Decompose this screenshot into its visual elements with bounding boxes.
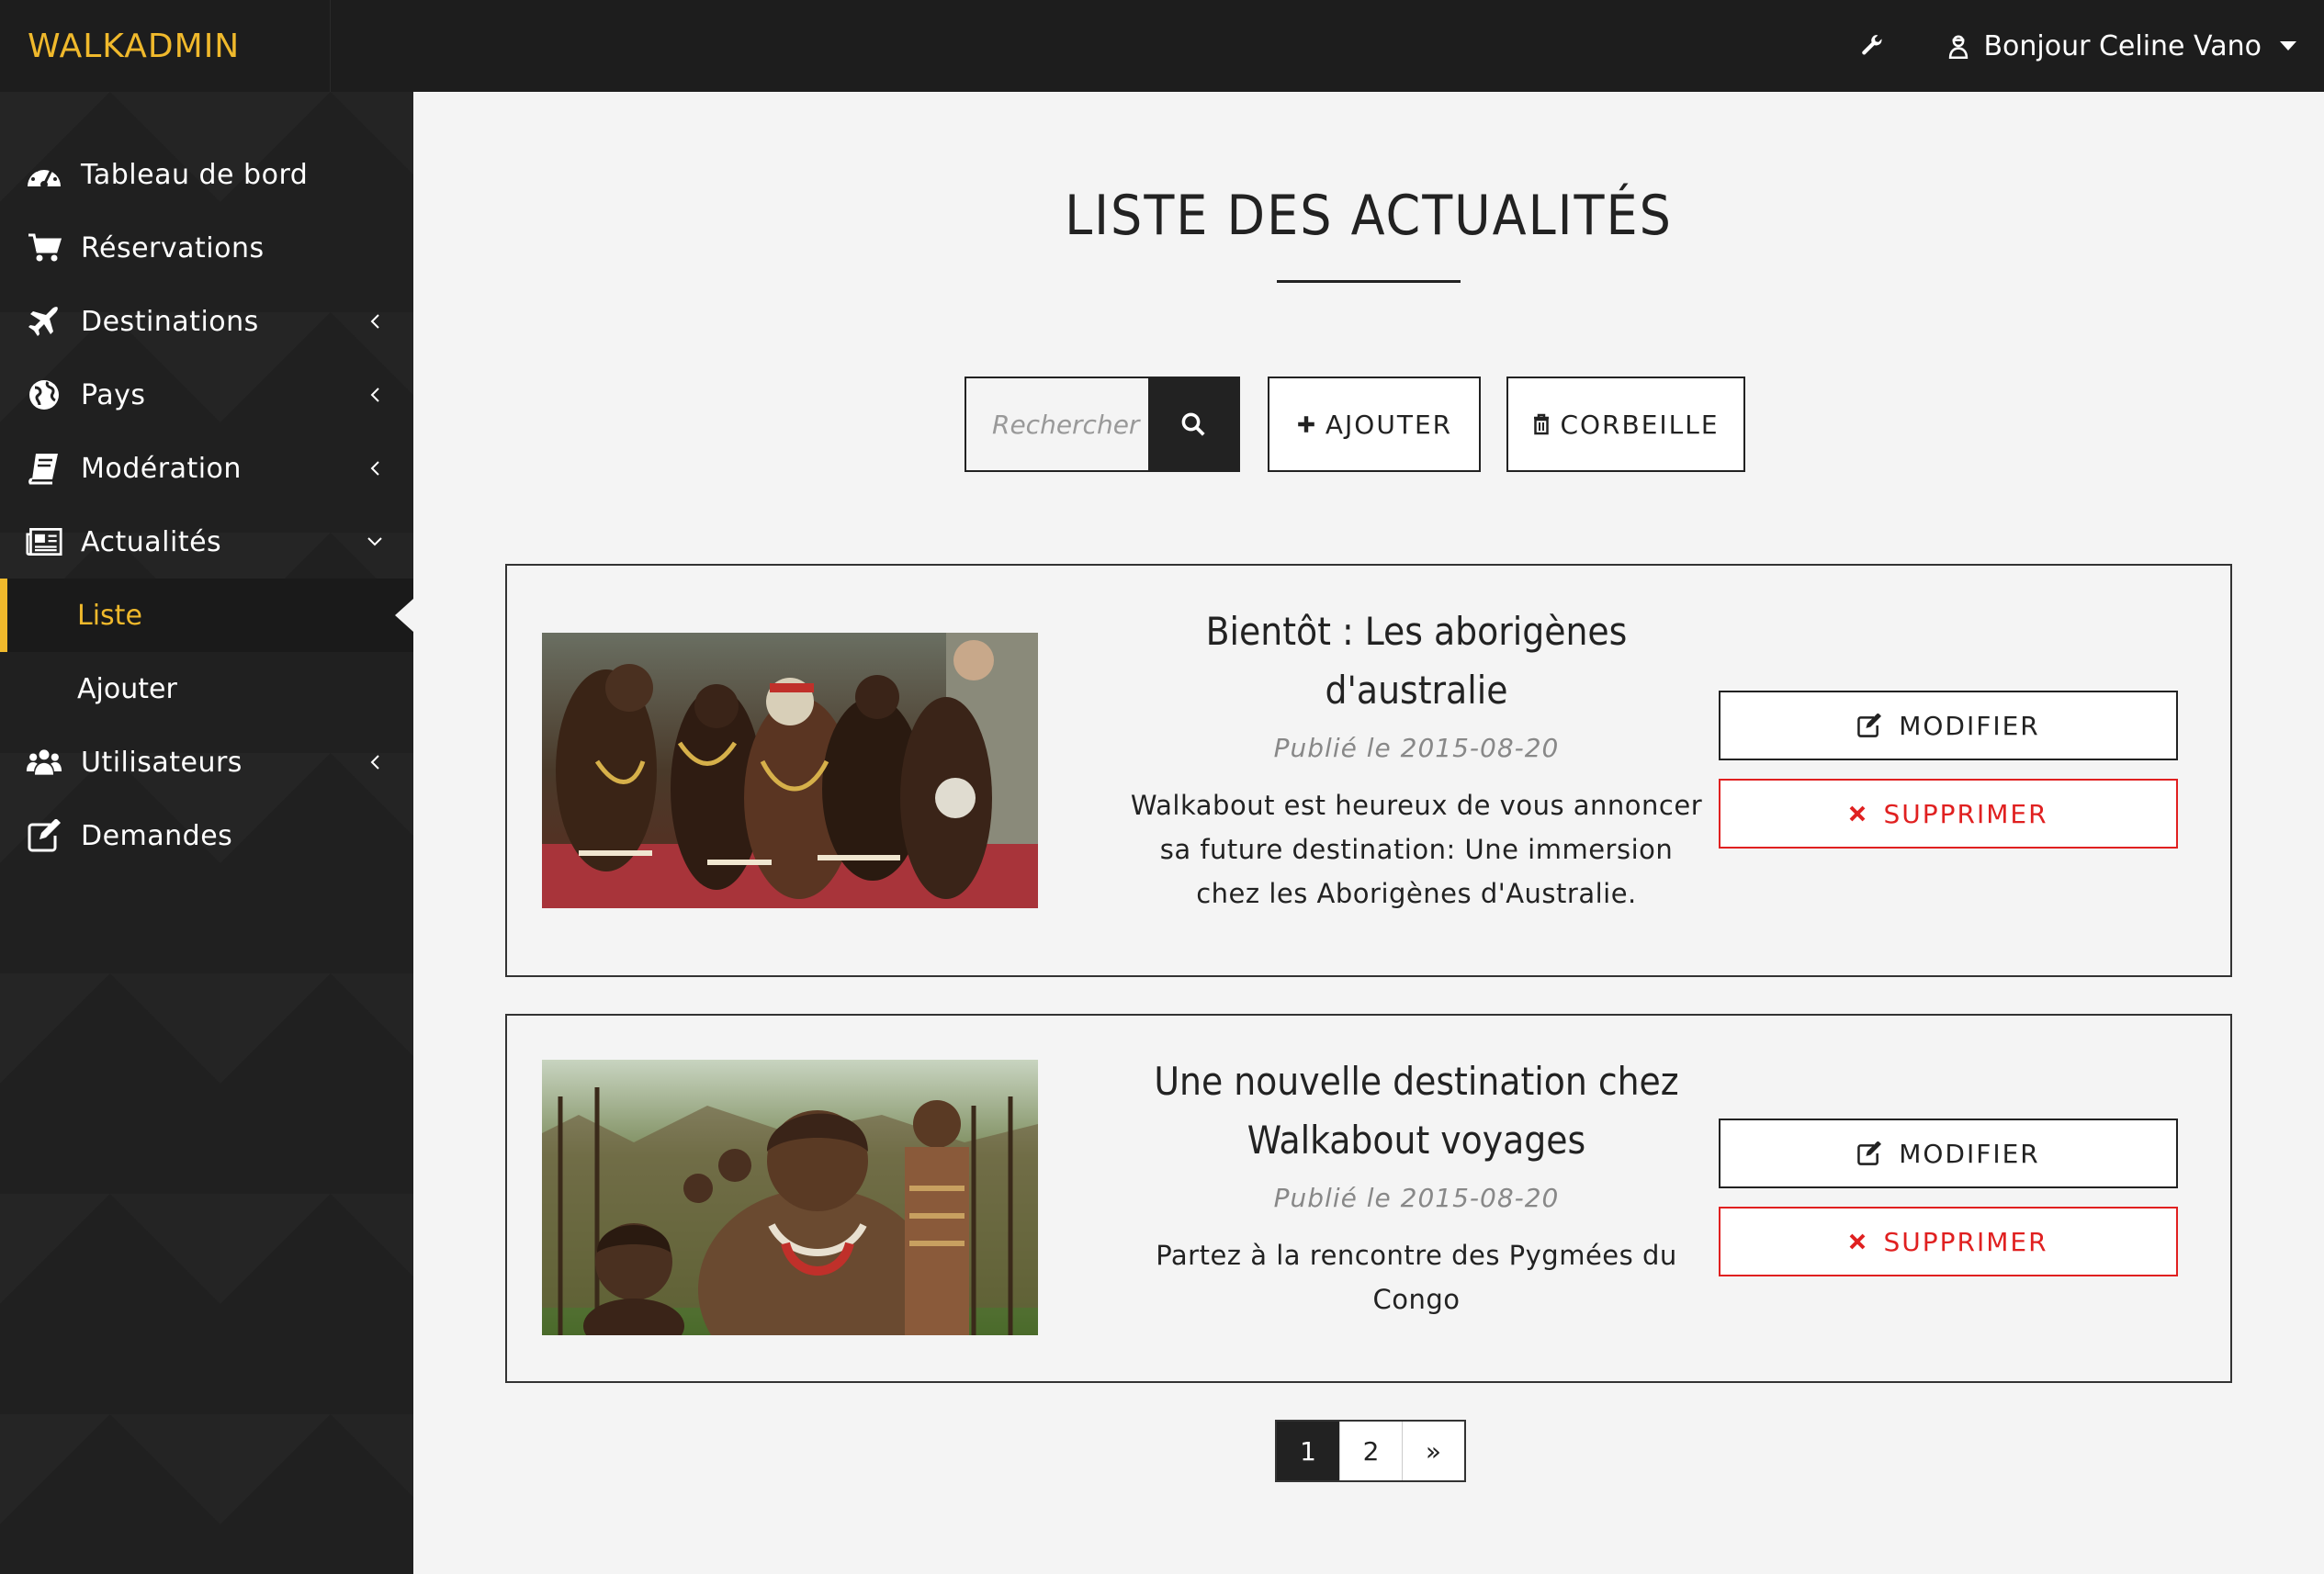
page-title: LISTE DES ACTUALITÉS bbox=[1065, 184, 1673, 248]
globe-icon bbox=[26, 377, 62, 413]
edit-button[interactable]: MODIFIER bbox=[1719, 691, 2178, 760]
sidebar-item-label: Réservations bbox=[81, 231, 265, 264]
delete-button-label: SUPPRIMER bbox=[1883, 1226, 2048, 1257]
pagination: 1 2 » bbox=[1275, 1420, 1466, 1482]
article-date: Publié le 2015-08-20 bbox=[1273, 1183, 1560, 1213]
edit-button[interactable]: MODIFIER bbox=[1719, 1119, 2178, 1188]
active-notch bbox=[395, 599, 413, 632]
sidebar-item-label: Tableau de bord bbox=[81, 158, 309, 191]
top-navbar: WALKADMIN Bonjour Celine Vano bbox=[0, 0, 2324, 92]
page-link-2[interactable]: 2 bbox=[1339, 1422, 1402, 1480]
article-description-line: Congo bbox=[1372, 1284, 1461, 1315]
search-box bbox=[965, 377, 1240, 472]
article-title[interactable]: Bientôt : Les aborigènes d'australie bbox=[1077, 602, 1756, 720]
article-card: Bientôt : Les aborigènes d'australie Pub… bbox=[505, 564, 2232, 977]
sidebar-item-demandes[interactable]: Demandes bbox=[0, 799, 413, 872]
user-greeting: Bonjour Celine Vano bbox=[1983, 29, 2262, 62]
sidebar-item-label: Modération bbox=[81, 452, 242, 485]
sidebar-item-pays[interactable]: Pays bbox=[0, 358, 413, 432]
article-text: Bientôt : Les aborigènes d'australie Pub… bbox=[1077, 602, 1756, 916]
article-thumbnail[interactable] bbox=[542, 633, 1038, 908]
article-title-line: Une nouvelle destination chez bbox=[1154, 1059, 1679, 1104]
chevron-left-icon bbox=[364, 751, 386, 773]
title-divider bbox=[1277, 280, 1461, 283]
sidebar-item-label: Utilisateurs bbox=[81, 746, 243, 779]
sidebar-item-reservations[interactable]: Réservations bbox=[0, 211, 413, 285]
sidebar-item-moderation[interactable]: Modération bbox=[0, 432, 413, 505]
add-button[interactable]: AJOUTER bbox=[1268, 377, 1481, 472]
chevron-left-icon bbox=[364, 310, 386, 332]
plane-icon bbox=[26, 303, 62, 340]
user-secret-icon bbox=[1949, 35, 1969, 59]
sidebar-item-dashboard[interactable]: Tableau de bord bbox=[0, 138, 413, 211]
edit-button-label: MODIFIER bbox=[1899, 1138, 2040, 1169]
chevron-down-icon bbox=[2280, 41, 2296, 51]
chevron-down-icon bbox=[364, 531, 386, 553]
edit-button-label: MODIFIER bbox=[1899, 710, 2040, 741]
search-input[interactable] bbox=[966, 378, 1148, 470]
article-text: Une nouvelle destination chez Walkabout … bbox=[1077, 1052, 1756, 1321]
delete-button[interactable]: SUPPRIMER bbox=[1719, 1207, 2178, 1276]
sidebar-item-destinations[interactable]: Destinations bbox=[0, 285, 413, 358]
page-link-1[interactable]: 1 bbox=[1277, 1422, 1339, 1480]
article-description: Walkabout est heureux de vous annoncer s… bbox=[1077, 783, 1756, 916]
article-title[interactable]: Une nouvelle destination chez Walkabout … bbox=[1077, 1052, 1756, 1170]
brand-text: WALKADMIN bbox=[28, 27, 241, 65]
cart-icon bbox=[26, 230, 62, 266]
article-description-line: chez les Aborigènes d'Australie. bbox=[1196, 878, 1637, 909]
sidebar-subitem-label: Ajouter bbox=[77, 672, 177, 705]
article-date: Publié le 2015-08-20 bbox=[1273, 733, 1560, 763]
delete-button-label: SUPPRIMER bbox=[1883, 798, 2048, 829]
times-icon bbox=[1850, 805, 1866, 822]
user-menu[interactable]: Bonjour Celine Vano bbox=[1946, 0, 2296, 92]
edit-icon bbox=[26, 817, 62, 854]
book-icon bbox=[26, 450, 62, 487]
edit-icon bbox=[1857, 714, 1882, 737]
sidebar-item-label: Destinations bbox=[81, 305, 259, 338]
sidebar-item-label: Demandes bbox=[81, 819, 233, 852]
trash-button[interactable]: CORBEILLE bbox=[1506, 377, 1745, 472]
article-description-line: Walkabout est heureux de vous annoncer bbox=[1130, 790, 1703, 821]
add-button-label: AJOUTER bbox=[1325, 409, 1453, 440]
delete-button[interactable]: SUPPRIMER bbox=[1719, 779, 2178, 849]
chevron-left-icon bbox=[364, 384, 386, 406]
times-icon bbox=[1850, 1233, 1866, 1250]
article-title-line: d'australie bbox=[1325, 668, 1508, 713]
pygmees-photo bbox=[542, 1060, 1038, 1335]
page-next-link[interactable]: » bbox=[1402, 1422, 1464, 1480]
wrench-icon[interactable] bbox=[1854, 28, 1890, 64]
trash-button-label: CORBEILLE bbox=[1560, 409, 1720, 440]
brand-logo[interactable]: WALKADMIN bbox=[0, 0, 331, 92]
article-description-line: Partez à la rencontre des Pygmées du bbox=[1156, 1240, 1677, 1271]
sidebar-subitem-label: Liste bbox=[77, 599, 142, 632]
sidebar-item-label: Actualités bbox=[81, 525, 222, 558]
plus-icon bbox=[1298, 416, 1314, 433]
dashboard-icon bbox=[26, 156, 62, 193]
sidebar-subitem-ajouter[interactable]: Ajouter bbox=[0, 652, 413, 725]
chevron-left-icon bbox=[364, 457, 386, 479]
article-thumbnail[interactable] bbox=[542, 1060, 1038, 1335]
search-icon bbox=[1181, 412, 1205, 436]
sidebar: Tableau de bord Réservations Destination… bbox=[0, 92, 413, 1574]
sidebar-item-utilisateurs[interactable]: Utilisateurs bbox=[0, 725, 413, 799]
active-indicator bbox=[0, 579, 7, 652]
sidebar-subitem-liste[interactable]: Liste bbox=[0, 579, 413, 652]
article-description-line: sa future destination: Une immersion bbox=[1159, 834, 1674, 865]
newspaper-icon bbox=[26, 523, 62, 560]
article-description: Partez à la rencontre des Pygmées du Con… bbox=[1077, 1233, 1756, 1321]
article-card: Une nouvelle destination chez Walkabout … bbox=[505, 1014, 2232, 1383]
article-title-line: Walkabout voyages bbox=[1247, 1118, 1586, 1163]
sidebar-item-label: Pays bbox=[81, 378, 146, 411]
trash-icon bbox=[1534, 413, 1550, 435]
aborigenes-photo bbox=[542, 633, 1038, 908]
edit-icon bbox=[1857, 1141, 1882, 1165]
users-icon bbox=[26, 744, 62, 781]
article-title-line: Bientôt : Les aborigènes bbox=[1205, 609, 1628, 654]
search-button[interactable] bbox=[1148, 378, 1238, 470]
sidebar-item-actualites[interactable]: Actualités bbox=[0, 505, 413, 579]
